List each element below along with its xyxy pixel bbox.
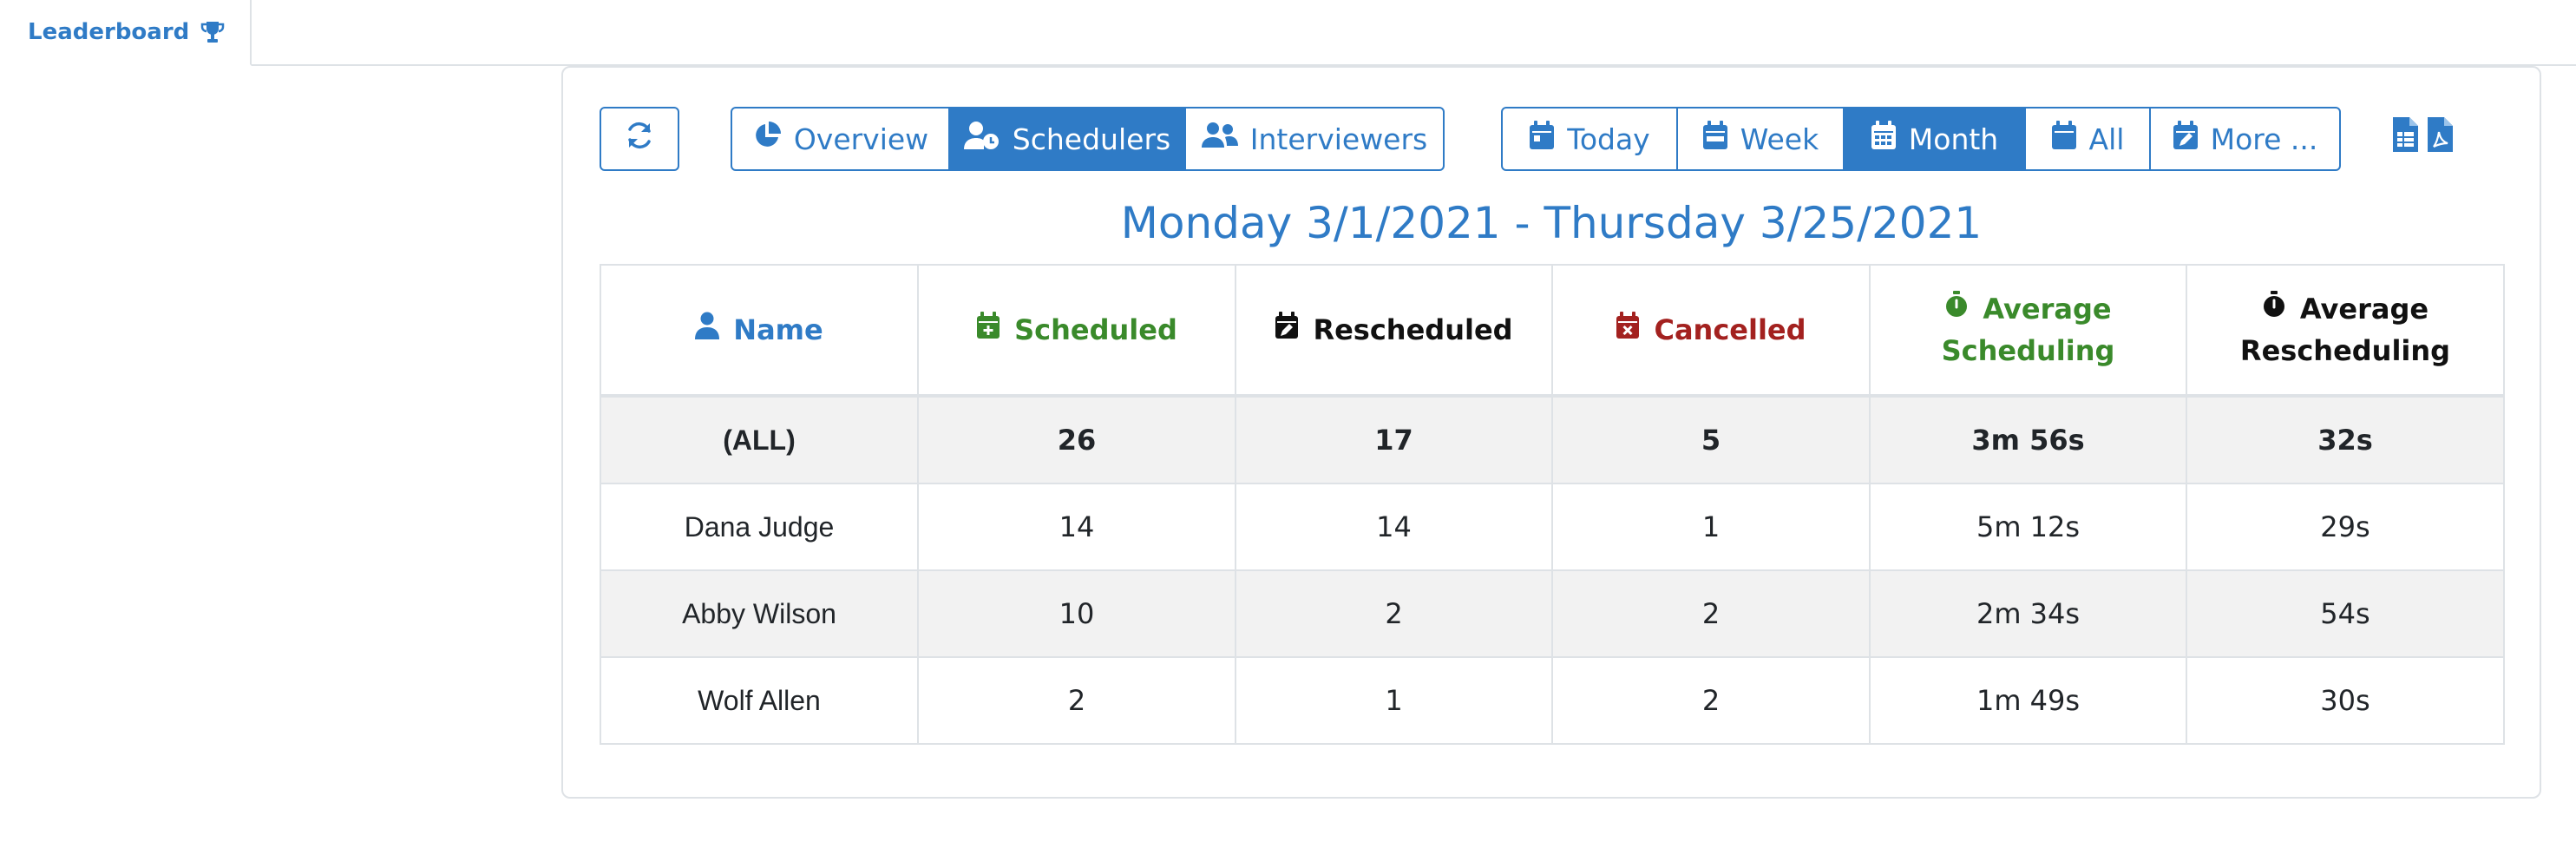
- cell-cancelled: 2: [1551, 656, 1871, 745]
- users-icon: [1201, 122, 1238, 156]
- calendar-month-icon: [1871, 121, 1897, 157]
- column-header-rescheduled[interactable]: Rescheduled: [1235, 264, 1553, 398]
- cell-rescheduled: 17: [1235, 395, 1553, 484]
- cell-scheduled: 14: [917, 483, 1236, 571]
- cell-avg-scheduling: 3m 56s: [1869, 395, 2187, 484]
- column-header-avg-scheduling-label-1: Average: [1983, 293, 2112, 326]
- cell-cancelled: 5: [1551, 395, 1871, 484]
- leaderboard-card: Overview Schedulers Interviewers Today W…: [561, 66, 2541, 799]
- table-row[interactable]: Wolf Allen 2 1 2 1m 49s 30s: [600, 656, 2505, 745]
- calendar-week-icon: [1702, 121, 1728, 157]
- view-overview-button[interactable]: Overview: [731, 107, 950, 171]
- cell-scheduled: 2: [917, 656, 1236, 745]
- cell-scheduled: 26: [917, 395, 1236, 484]
- spreadsheet-file-icon[interactable]: [2391, 116, 2419, 156]
- column-header-avg-rescheduling[interactable]: Average Rescheduling: [2186, 264, 2505, 398]
- stopwatch-icon: [2262, 288, 2286, 330]
- period-today-button[interactable]: Today: [1501, 107, 1678, 171]
- pdf-file-icon[interactable]: [2426, 116, 2454, 156]
- calendar-edit-icon: [1275, 309, 1299, 351]
- column-header-avg-rescheduling-label-1: Average: [2299, 293, 2429, 326]
- calendar-edit-icon: [2173, 121, 2199, 157]
- column-header-avg-scheduling-label-2: Scheduling: [1941, 334, 2115, 367]
- cell-avg-scheduling: 1m 49s: [1869, 656, 2187, 745]
- user-clock-icon: [963, 121, 1000, 157]
- table-row[interactable]: Abby Wilson 10 2 2 2m 34s 54s: [600, 569, 2505, 658]
- cell-name: Wolf Allen: [600, 656, 919, 745]
- tab-leaderboard-label: Leaderboard: [28, 19, 190, 45]
- cell-avg-rescheduling: 32s: [2186, 395, 2505, 484]
- cell-rescheduled: 14: [1235, 483, 1553, 571]
- tab-strip: Leaderboard: [0, 0, 2576, 66]
- column-header-cancelled-label: Cancelled: [1654, 313, 1806, 346]
- refresh-icon: [623, 119, 656, 159]
- cell-avg-rescheduling: 29s: [2186, 483, 2505, 571]
- view-interviewers-button[interactable]: Interviewers: [1184, 107, 1445, 171]
- cell-name: (ALL): [600, 395, 919, 484]
- view-schedulers-button[interactable]: Schedulers: [948, 107, 1186, 171]
- cell-cancelled: 1: [1551, 483, 1871, 571]
- column-header-rescheduled-label: Rescheduled: [1313, 313, 1513, 346]
- column-header-avg-rescheduling-label-2: Rescheduling: [2239, 334, 2451, 367]
- pie-chart-icon: [752, 121, 782, 157]
- export-actions: [2391, 116, 2454, 156]
- cell-avg-rescheduling: 30s: [2186, 656, 2505, 745]
- column-header-avg-scheduling[interactable]: Average Scheduling: [1869, 264, 2187, 398]
- stopwatch-icon: [1944, 288, 1969, 330]
- period-month-label: Month: [1908, 122, 1999, 156]
- cell-scheduled: 10: [917, 569, 1236, 658]
- period-today-label: Today: [1567, 122, 1650, 156]
- period-month-button[interactable]: Month: [1843, 107, 2026, 171]
- view-schedulers-label: Schedulers: [1012, 122, 1171, 156]
- column-header-cancelled[interactable]: Cancelled: [1551, 264, 1871, 398]
- column-header-scheduled[interactable]: Scheduled: [917, 264, 1236, 398]
- cell-rescheduled: 1: [1235, 656, 1553, 745]
- calendar-day-icon: [1529, 121, 1555, 157]
- cell-avg-scheduling: 5m 12s: [1869, 483, 2187, 571]
- cell-name: Dana Judge: [600, 483, 919, 571]
- period-all-button[interactable]: All: [2024, 107, 2151, 171]
- user-icon: [695, 309, 720, 351]
- cell-cancelled: 2: [1551, 569, 1871, 658]
- cell-avg-scheduling: 2m 34s: [1869, 569, 2187, 658]
- trophy-icon: [200, 20, 226, 44]
- table-row[interactable]: Dana Judge 14 14 1 5m 12s 29s: [600, 483, 2505, 571]
- period-more-button[interactable]: More ...: [2149, 107, 2341, 171]
- period-more-label: More ...: [2210, 122, 2318, 156]
- view-overview-label: Overview: [793, 122, 929, 156]
- calendar-x-icon: [1616, 309, 1640, 351]
- period-week-button[interactable]: Week: [1676, 107, 1845, 171]
- column-header-scheduled-label: Scheduled: [1014, 313, 1177, 346]
- refresh-button[interactable]: [600, 107, 679, 171]
- calendar-plus-icon: [976, 309, 1000, 351]
- period-week-label: Week: [1740, 122, 1819, 156]
- column-header-name[interactable]: Name: [600, 264, 919, 398]
- view-interviewers-label: Interviewers: [1249, 122, 1428, 156]
- cell-rescheduled: 2: [1235, 569, 1553, 658]
- table-header-row: Name Scheduled Rescheduled Cancelled Ave…: [600, 264, 2505, 398]
- calendar-icon: [2051, 121, 2077, 157]
- date-range-title: Monday 3/1/2021 - Thursday 3/25/2021: [1120, 198, 1983, 248]
- leaderboard-table: Name Scheduled Rescheduled Cancelled Ave…: [600, 264, 2505, 745]
- table-row-total[interactable]: (ALL) 26 17 5 3m 56s 32s: [600, 395, 2505, 484]
- cell-avg-rescheduling: 54s: [2186, 569, 2505, 658]
- period-all-label: All: [2088, 122, 2125, 156]
- column-header-name-label: Name: [733, 313, 823, 346]
- tab-leaderboard[interactable]: Leaderboard: [0, 0, 252, 66]
- cell-name: Abby Wilson: [600, 569, 919, 658]
